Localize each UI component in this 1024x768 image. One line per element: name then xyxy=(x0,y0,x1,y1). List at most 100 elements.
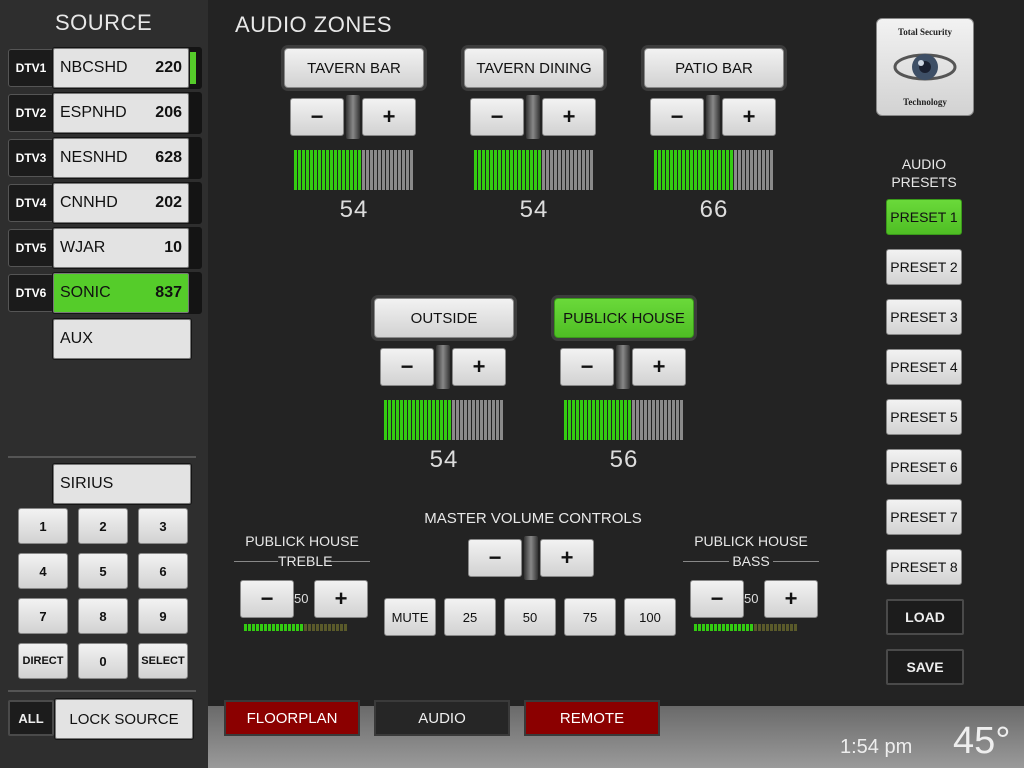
logo-eye-icon xyxy=(893,53,957,81)
zone-volume-up-button[interactable]: + xyxy=(362,98,416,136)
volume-preset-50-button[interactable]: 50 xyxy=(504,598,556,636)
source-channel-button[interactable]: SONIC 837 xyxy=(53,273,189,313)
keypad-key-4[interactable]: 4 xyxy=(18,553,68,589)
preset-5-button[interactable]: PRESET 5 xyxy=(886,399,962,435)
save-button[interactable]: SAVE xyxy=(886,649,964,685)
source-name: NESNHD xyxy=(60,149,128,166)
treble-plus-button[interactable]: + xyxy=(314,580,368,618)
zone-button[interactable]: PATIO BAR xyxy=(644,48,784,88)
preset-2-button[interactable]: PRESET 2 xyxy=(886,249,962,285)
source-channel-button[interactable]: CNNHD 202 xyxy=(53,183,189,223)
treble-label-wrap: TREBLE xyxy=(234,553,370,569)
source-title: SOURCE xyxy=(55,10,153,35)
zone-volume-down-button[interactable]: − xyxy=(650,98,704,136)
mute-button[interactable]: MUTE xyxy=(384,598,436,636)
preset-6-button[interactable]: PRESET 6 xyxy=(886,449,962,485)
tab-floorplan[interactable]: FLOORPLAN xyxy=(224,700,360,736)
source-id-button[interactable]: DTV1 xyxy=(8,49,54,87)
source-channel-button[interactable]: ESPNHD 206 xyxy=(53,93,189,133)
zone-button[interactable]: TAVERN DINING xyxy=(464,48,604,88)
source-channel[interactable]: ESPNHD 206 xyxy=(52,92,202,134)
source-id-button[interactable]: DTV6 xyxy=(8,274,54,312)
lock-source-button[interactable]: LOCK SOURCE xyxy=(55,699,193,739)
bottom-bar: FLOORPLAN AUDIO REMOTE 1:54 pm 45° xyxy=(208,700,1024,768)
bass-minus-button[interactable]: − xyxy=(690,580,744,618)
sirius-source[interactable]: SIRIUS xyxy=(52,463,192,505)
treble-zone-label: PUBLICK HOUSE xyxy=(245,533,359,549)
tab-remote[interactable]: REMOTE xyxy=(524,700,660,736)
source-row: DTV1 NBCSHD 220 xyxy=(8,47,202,89)
source-id-button[interactable]: DTV5 xyxy=(8,229,54,267)
tab-audio[interactable]: AUDIO xyxy=(374,700,510,736)
zone-volume-down-button[interactable]: − xyxy=(290,98,344,136)
source-channel[interactable]: NESNHD 628 xyxy=(52,137,202,179)
temperature: 45° xyxy=(953,720,1011,762)
keypad-key-5[interactable]: 5 xyxy=(78,553,128,589)
divider xyxy=(8,690,196,692)
bass-plus-button[interactable]: + xyxy=(764,580,818,618)
zone-volume-down-button[interactable]: − xyxy=(470,98,524,136)
preset-8-button[interactable]: PRESET 8 xyxy=(886,549,962,585)
source-channel[interactable]: SONIC 837 xyxy=(52,272,202,314)
zone-button[interactable]: TAVERN BAR xyxy=(284,48,424,88)
source-channel[interactable]: NBCSHD 220 xyxy=(52,47,202,89)
zone-volume-up-button[interactable]: + xyxy=(542,98,596,136)
preset-4-button[interactable]: PRESET 4 xyxy=(886,349,962,385)
zone-volume-down-button[interactable]: − xyxy=(380,348,434,386)
master-minus-button[interactable]: − xyxy=(468,539,522,577)
source-channel-number: 220 xyxy=(155,59,182,76)
keypad-key-9[interactable]: 9 xyxy=(138,598,188,634)
stepper-divider xyxy=(616,345,630,389)
zone-volume-up-button[interactable]: + xyxy=(452,348,506,386)
aux-source[interactable]: AUX xyxy=(52,318,192,360)
preset-1-button[interactable]: PRESET 1 xyxy=(886,199,962,235)
source-id-button[interactable]: DTV2 xyxy=(8,94,54,132)
keypad-key-8[interactable]: 8 xyxy=(78,598,128,634)
keypad-key-0[interactable]: 0 xyxy=(78,643,128,679)
source-channel[interactable]: CNNHD 202 xyxy=(52,182,202,224)
treble-minus-button[interactable]: − xyxy=(240,580,294,618)
keypad-key-7[interactable]: 7 xyxy=(18,598,68,634)
stepper-divider xyxy=(526,95,540,139)
source-channel-button[interactable]: NBCSHD 220 xyxy=(53,48,189,88)
all-button[interactable]: ALL xyxy=(8,700,54,736)
source-row: DTV4 CNNHD 202 xyxy=(8,182,202,224)
keypad-key-6[interactable]: 6 xyxy=(138,553,188,589)
source-channel[interactable]: WJAR 10 xyxy=(52,227,202,269)
keypad-key-direct[interactable]: DIRECT xyxy=(18,643,68,679)
preset-7-button[interactable]: PRESET 7 xyxy=(886,499,962,535)
source-id-button[interactable]: DTV3 xyxy=(8,139,54,177)
source-channel-number: 10 xyxy=(164,239,182,256)
preset-3-button[interactable]: PRESET 3 xyxy=(886,299,962,335)
zone-button[interactable]: OUTSIDE xyxy=(374,298,514,338)
source-row: DTV3 NESNHD 628 xyxy=(8,137,202,179)
zone-level-value: 54 xyxy=(339,196,369,223)
load-button[interactable]: LOAD xyxy=(886,599,964,635)
aux-button: AUX xyxy=(53,319,191,359)
keypad-key-1[interactable]: 1 xyxy=(18,508,68,544)
zone-volume-up-button[interactable]: + xyxy=(722,98,776,136)
zone-button[interactable]: PUBLICK HOUSE xyxy=(554,298,694,338)
volume-preset-25-button[interactable]: 25 xyxy=(444,598,496,636)
master-plus-button[interactable]: + xyxy=(540,539,594,577)
sirius-label: SIRIUS xyxy=(60,475,114,492)
zone-volume-up-button[interactable]: + xyxy=(632,348,686,386)
treble-label: TREBLE xyxy=(278,553,333,569)
source-name: CNNHD xyxy=(60,194,118,211)
divider xyxy=(8,456,196,458)
source-name: SONIC xyxy=(60,284,111,301)
source-id-button[interactable]: DTV4 xyxy=(8,184,54,222)
keypad-key-select[interactable]: SELECT xyxy=(138,643,188,679)
stepper-divider xyxy=(346,95,360,139)
lock-source[interactable]: LOCK SOURCE xyxy=(54,698,194,740)
volume-preset-100-button[interactable]: 100 xyxy=(624,598,676,636)
source-channel-button[interactable]: NESNHD 628 xyxy=(53,138,189,178)
zone-volume-down-button[interactable]: − xyxy=(560,348,614,386)
keypad-key-2[interactable]: 2 xyxy=(78,508,128,544)
bass-label: BASS xyxy=(729,553,773,569)
keypad-key-3[interactable]: 3 xyxy=(138,508,188,544)
audio-zone: TAVERN DINING − +54 xyxy=(462,44,608,234)
volume-preset-75-button[interactable]: 75 xyxy=(564,598,616,636)
aux-label: AUX xyxy=(60,330,93,347)
source-channel-button[interactable]: WJAR 10 xyxy=(53,228,189,268)
